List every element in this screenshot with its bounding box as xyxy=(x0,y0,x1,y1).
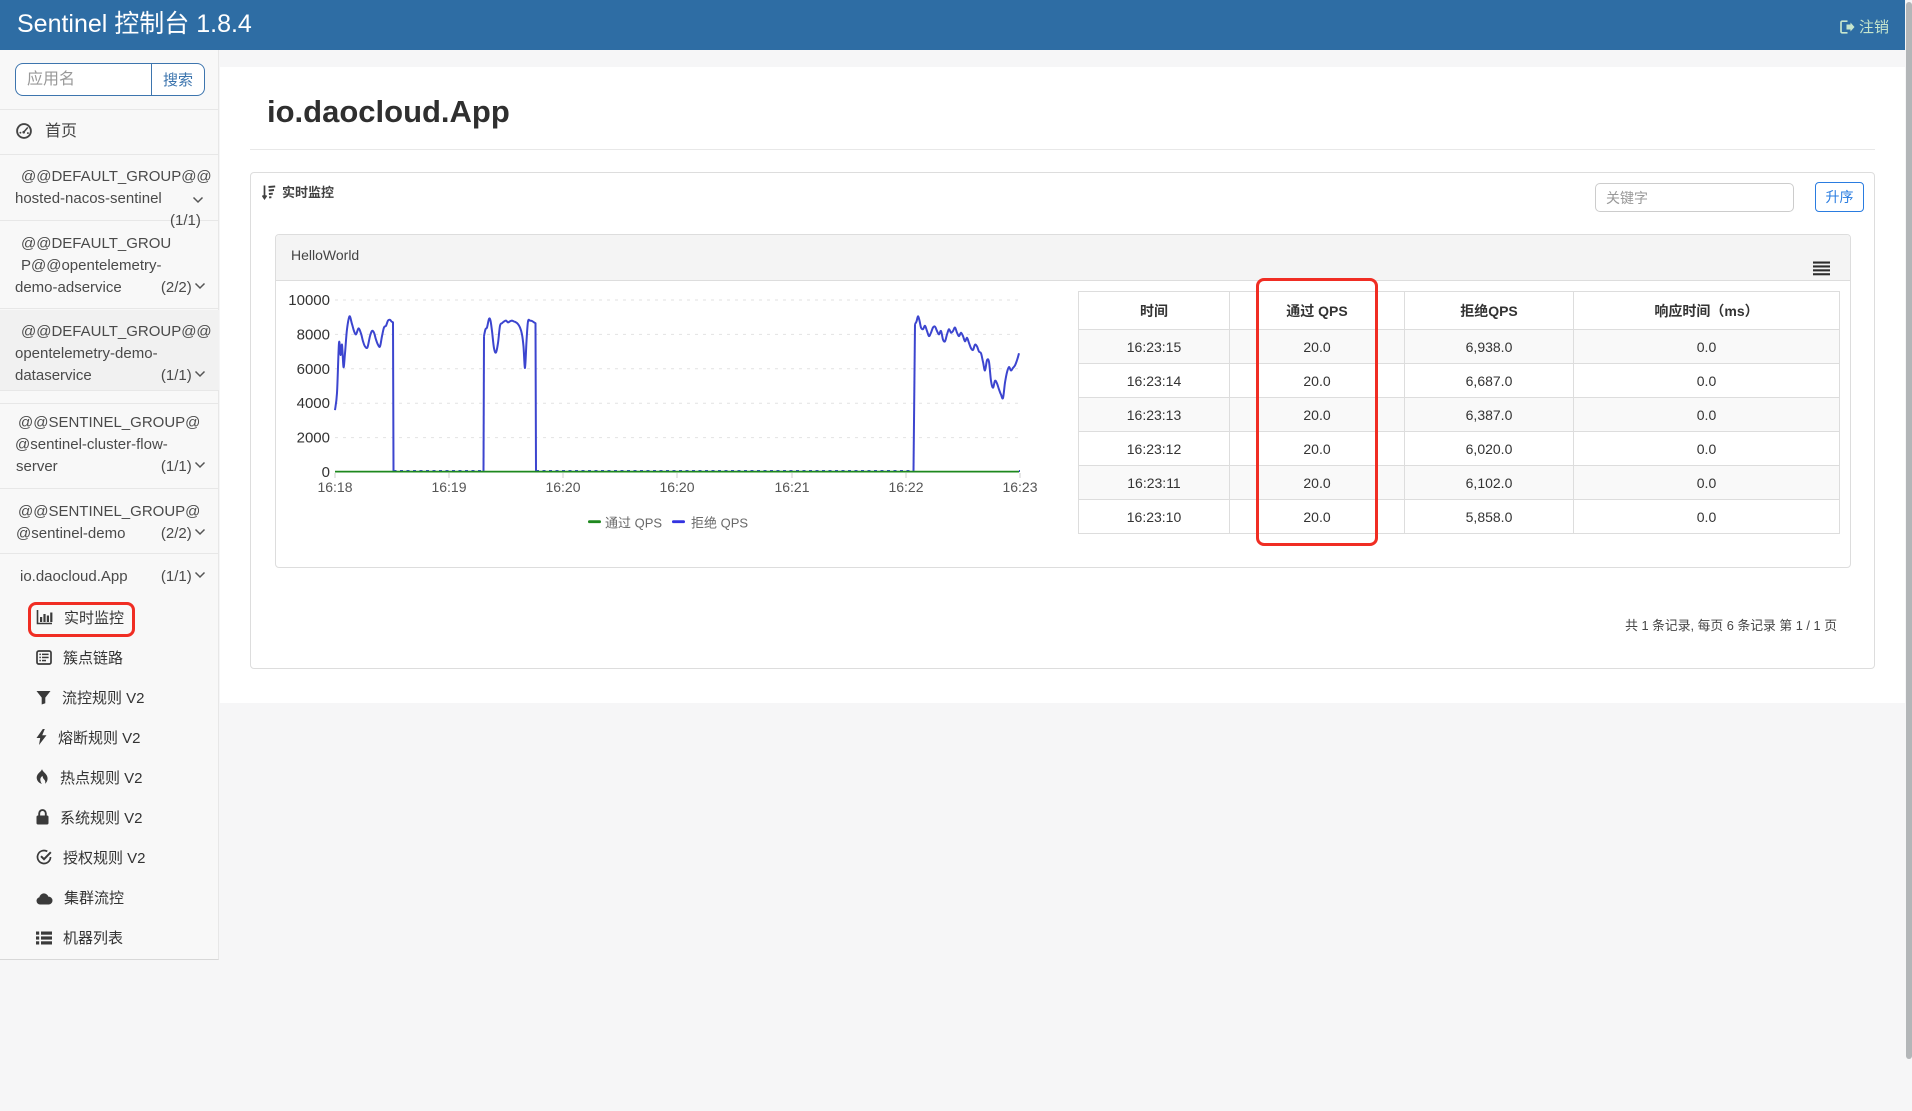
svg-text:拒绝 QPS: 拒绝 QPS xyxy=(691,516,748,531)
svg-text:16:21: 16:21 xyxy=(774,479,809,495)
svg-text:16:20: 16:20 xyxy=(545,479,580,495)
svg-text:16:22: 16:22 xyxy=(888,479,923,495)
svg-text:16:23: 16:23 xyxy=(1002,479,1037,495)
svg-text:4000: 4000 xyxy=(297,395,330,412)
svg-text:通过 QPS: 通过 QPS xyxy=(605,516,662,531)
svg-text:16:18: 16:18 xyxy=(317,479,352,495)
svg-text:10000: 10000 xyxy=(288,292,330,309)
svg-text:16:19: 16:19 xyxy=(431,479,466,495)
svg-text:16:20: 16:20 xyxy=(659,479,694,495)
svg-text:2000: 2000 xyxy=(297,430,330,447)
svg-text:6000: 6000 xyxy=(297,361,330,378)
svg-text:8000: 8000 xyxy=(297,326,330,343)
